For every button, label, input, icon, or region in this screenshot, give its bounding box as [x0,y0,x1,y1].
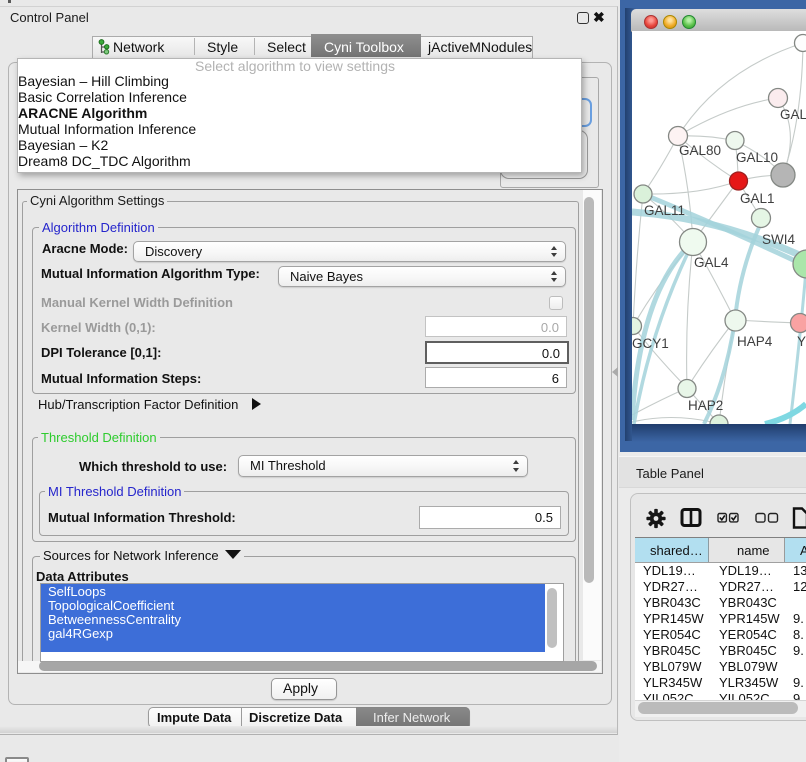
svg-text:GAL4: GAL4 [694,255,729,270]
svg-text:GAL10: GAL10 [736,150,778,165]
svg-text:HAP2: HAP2 [688,398,723,413]
svg-text:GAL11: GAL11 [644,203,685,218]
svg-text:Y: Y [797,334,806,349]
svg-text:HAP4: HAP4 [737,334,773,349]
svg-text:GAL80: GAL80 [679,143,721,158]
svg-text:GCY1: GCY1 [632,336,669,351]
svg-text:GAL7: GAL7 [780,107,806,122]
svg-text:GAL1: GAL1 [740,191,775,206]
svg-text:SWI4: SWI4 [762,232,795,247]
